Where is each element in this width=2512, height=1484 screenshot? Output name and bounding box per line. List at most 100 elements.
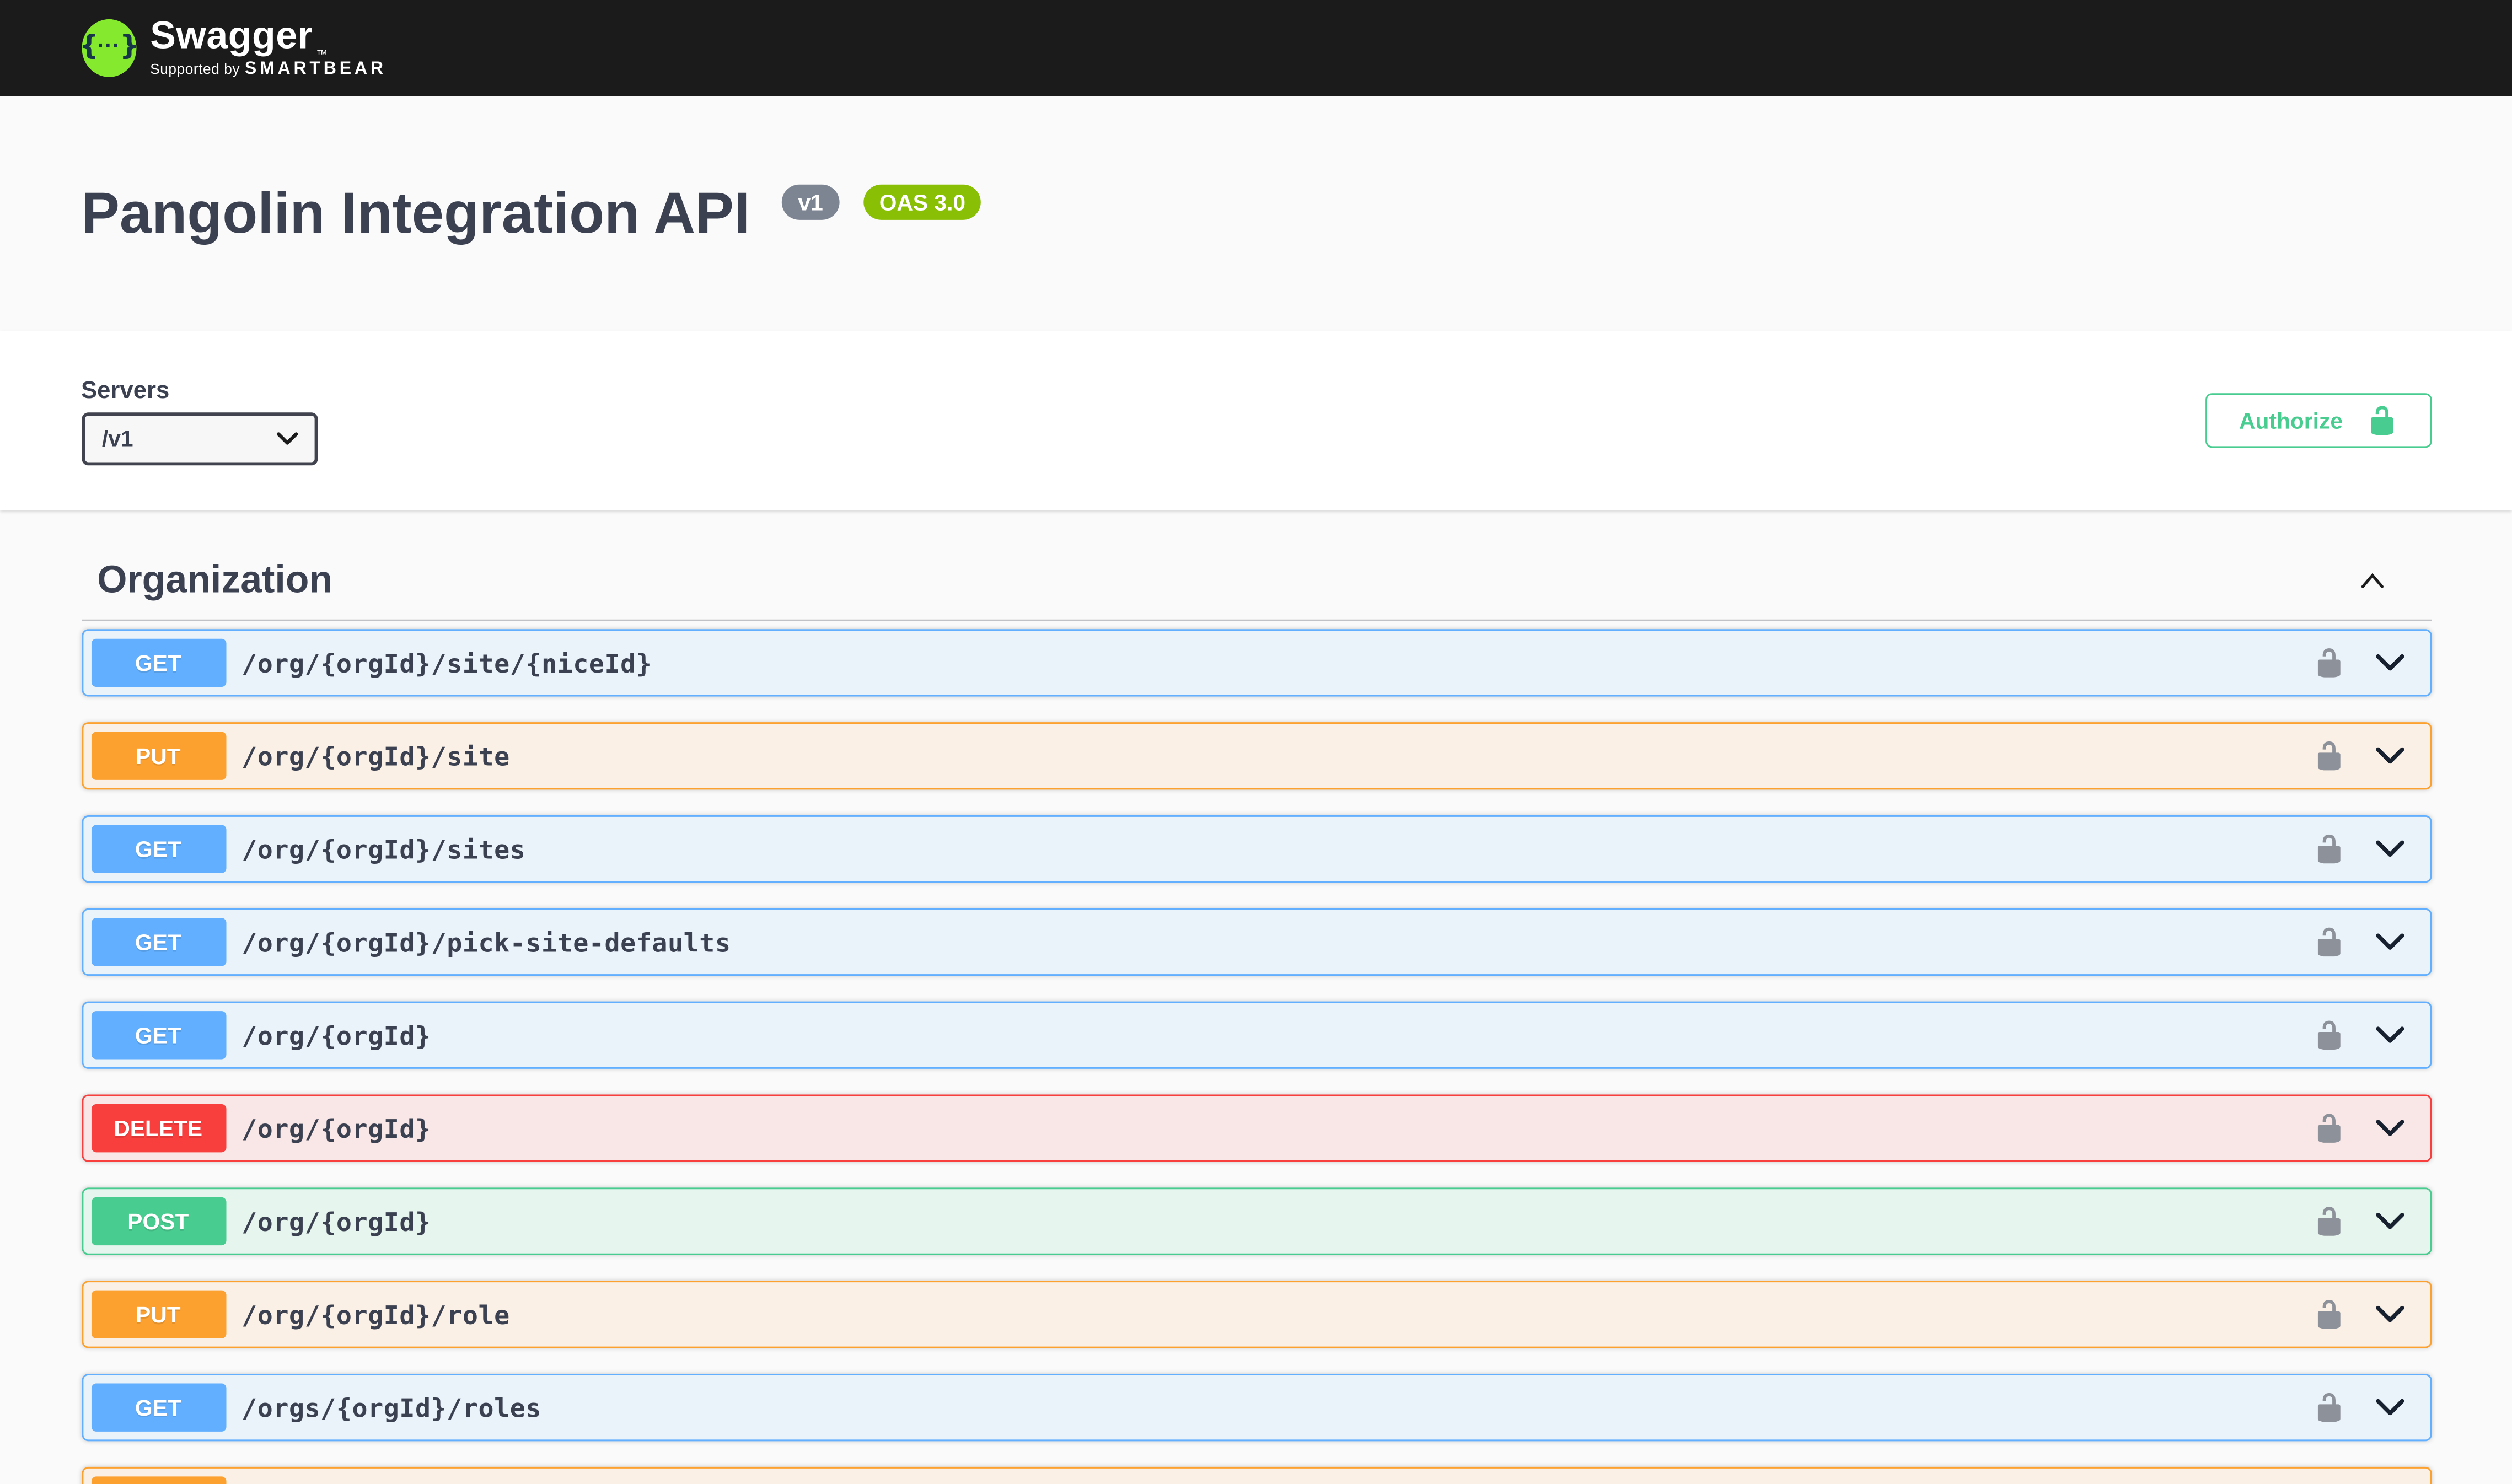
method-badge: GET <box>90 639 226 687</box>
servers-select[interactable]: /v1 <box>81 412 317 465</box>
method-badge: PUT <box>90 1476 226 1484</box>
method-badge: PUT <box>90 1291 226 1338</box>
operation-row[interactable]: GET/orgs/{orgId}/roles <box>81 1374 2431 1441</box>
row-controls <box>2312 1481 2422 1484</box>
swagger-logo-icon: {···} <box>81 19 136 77</box>
servers-label: Servers <box>81 377 317 404</box>
row-controls <box>2312 1109 2422 1148</box>
expand-operation-button[interactable] <box>2370 643 2409 682</box>
unlock-icon <box>2312 833 2344 865</box>
row-controls <box>2312 830 2422 868</box>
row-controls <box>2312 923 2422 961</box>
expand-operation-button[interactable] <box>2370 1295 2409 1334</box>
operation-path: /org/{orgId}/site/{niceId} <box>241 648 2312 678</box>
oas-badge: OAS 3.0 <box>863 185 982 220</box>
chevron-down-icon <box>2370 923 2409 961</box>
operation-row[interactable]: GET/org/{orgId} <box>81 1002 2431 1069</box>
brand-name: Swagger™ <box>150 16 387 56</box>
swagger-ui-page: {···} Swagger™ Supported bySMARTBEAR Pan… <box>0 0 2512 1484</box>
chevron-down-icon <box>2370 643 2409 682</box>
chevron-down-icon <box>2370 1388 2409 1427</box>
chevron-down-icon <box>2370 830 2409 868</box>
auth-lock-button[interactable] <box>2312 926 2344 958</box>
unlock-icon <box>2312 647 2344 679</box>
chevron-down-icon <box>275 431 298 445</box>
tagline: Supported bySMARTBEAR <box>150 62 387 80</box>
operation-row[interactable]: POST/org/{orgId} <box>81 1187 2431 1255</box>
row-controls <box>2312 643 2422 682</box>
operation-row[interactable]: PUT/org/{orgId}/role <box>81 1281 2431 1348</box>
method-badge: PUT <box>90 732 226 780</box>
page-title: Pangolin Integration API v1 OAS 3.0 <box>81 176 2431 250</box>
unlock-icon <box>2312 926 2344 958</box>
expand-operation-button[interactable] <box>2370 923 2409 961</box>
authorize-label: Authorize <box>2239 407 2343 433</box>
auth-lock-button[interactable] <box>2312 833 2344 865</box>
auth-lock-button[interactable] <box>2312 1019 2344 1051</box>
unlock-icon <box>2312 1019 2344 1051</box>
operation-row[interactable]: DELETE/org/{orgId} <box>81 1095 2431 1162</box>
unlock-icon <box>2312 740 2344 772</box>
operation-row[interactable]: PUT/org/{orgId}/site <box>81 722 2431 789</box>
unlock-icon <box>2312 1205 2344 1237</box>
api-title-text: Pangolin Integration API <box>81 180 750 245</box>
operation-row[interactable]: PUT/org <box>81 1467 2431 1484</box>
auth-lock-button[interactable] <box>2312 740 2344 772</box>
servers-selected-value: /v1 <box>102 425 133 451</box>
servers-block: Servers /v1 <box>81 377 317 465</box>
expand-operation-button[interactable] <box>2370 830 2409 868</box>
tag-title: Organization <box>97 558 332 604</box>
method-badge: POST <box>90 1197 226 1245</box>
operation-path: /org/{orgId} <box>241 1113 2312 1143</box>
expand-operation-button[interactable] <box>2370 736 2409 775</box>
auth-lock-button[interactable] <box>2312 1298 2344 1330</box>
chevron-down-icon <box>2370 1202 2409 1241</box>
expand-operation-button[interactable] <box>2370 1202 2409 1241</box>
collapse-section-button[interactable] <box>2354 563 2389 599</box>
unlock-icon <box>2312 1391 2344 1423</box>
unlock-icon <box>2312 1298 2344 1330</box>
operation-path: /org/{orgId}/role <box>241 1299 2312 1330</box>
expand-operation-button[interactable] <box>2370 1016 2409 1055</box>
trademark: ™ <box>316 50 328 61</box>
operations-section: Organization GET/org/{orgId}/site/{niceI… <box>81 542 2431 1484</box>
tag-organization[interactable]: Organization <box>81 542 2431 621</box>
row-controls <box>2312 1295 2422 1334</box>
expand-operation-button[interactable] <box>2370 1388 2409 1427</box>
operation-row[interactable]: GET/org/{orgId}/pick-site-defaults <box>81 908 2431 976</box>
auth-lock-button[interactable] <box>2312 1391 2344 1423</box>
method-badge: DELETE <box>90 1104 226 1152</box>
auth-lock-button[interactable] <box>2312 1205 2344 1237</box>
operation-path: /org/{orgId}/site <box>241 741 2312 771</box>
expand-operation-button[interactable] <box>2370 1481 2409 1484</box>
topbar: {···} Swagger™ Supported bySMARTBEAR <box>0 0 2512 96</box>
row-controls <box>2312 736 2422 775</box>
expand-operation-button[interactable] <box>2370 1109 2409 1148</box>
operation-row[interactable]: GET/org/{orgId}/sites <box>81 815 2431 883</box>
operation-row[interactable]: GET/org/{orgId}/site/{niceId} <box>81 629 2431 696</box>
operation-path: /org/{orgId} <box>241 1206 2312 1236</box>
version-badge: v1 <box>782 185 839 220</box>
chevron-down-icon <box>2370 1109 2409 1148</box>
unlock-icon <box>2312 1112 2344 1144</box>
auth-lock-button[interactable] <box>2312 647 2344 679</box>
auth-lock-button[interactable] <box>2312 1112 2344 1144</box>
method-badge: GET <box>90 1011 226 1059</box>
smartbear-brand: SMARTBEAR <box>245 60 387 79</box>
info-section: Pangolin Integration API v1 OAS 3.0 <box>0 96 2512 331</box>
operation-path: /org/{orgId}/sites <box>241 834 2312 864</box>
authorize-button[interactable]: Authorize <box>2205 393 2431 448</box>
method-badge: GET <box>90 1384 226 1432</box>
method-badge: GET <box>90 825 226 873</box>
swagger-logo-link[interactable]: {···} Swagger™ Supported bySMARTBEAR <box>81 16 387 80</box>
operations-list: GET/org/{orgId}/site/{niceId} PUT/org/{or… <box>81 621 2431 1484</box>
unlock-icon <box>2365 405 2397 437</box>
scheme-container: Servers /v1 Authorize <box>0 331 2512 510</box>
method-badge: GET <box>90 918 226 966</box>
chevron-down-icon <box>2370 1016 2409 1055</box>
chevron-down-icon <box>2370 1295 2409 1334</box>
chevron-up-icon <box>2354 563 2389 599</box>
chevron-down-icon <box>2370 1481 2409 1484</box>
row-controls <box>2312 1202 2422 1241</box>
chevron-down-icon <box>2370 736 2409 775</box>
